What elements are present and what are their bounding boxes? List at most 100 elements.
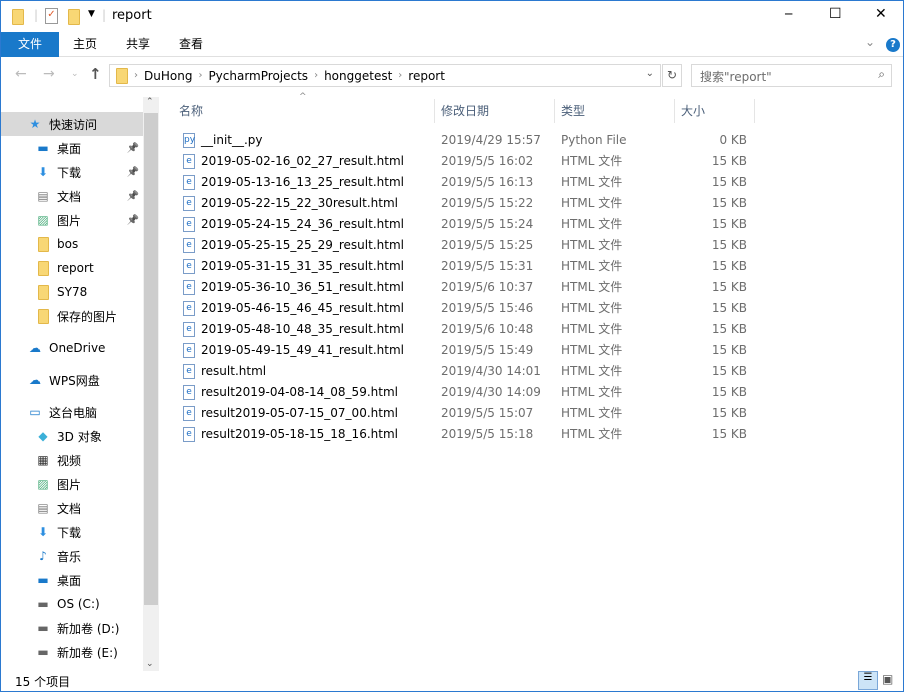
nav-item[interactable]: ☁ OneDrive — [1, 336, 143, 360]
html-file-icon: e — [183, 301, 195, 316]
file-date: 2019/5/6 10:48 — [441, 322, 534, 336]
column-header-type[interactable]: 类型 — [555, 99, 675, 123]
column-header-size[interactable]: 大小 — [675, 99, 755, 123]
file-name: result2019-05-07-15_07_00.html — [201, 406, 398, 420]
pin-icon[interactable]: 📌 — [127, 191, 139, 202]
up-button[interactable]: ↑ — [89, 65, 102, 83]
file-row[interactable]: e 2019-05-22-15_22_30result.html 2019/5/… — [173, 193, 763, 214]
nav-item[interactable]: ⬇ 下载 📌 — [1, 160, 143, 184]
file-name: 2019-05-48-10_48_35_result.html — [201, 322, 404, 336]
nav-item[interactable]: ⬇ 下载 — [1, 520, 143, 544]
pin-icon[interactable]: 📌 — [127, 143, 139, 154]
file-date: 2019/5/5 15:46 — [441, 301, 534, 315]
column-header-name[interactable]: 名称 — [173, 99, 435, 123]
nav-item[interactable]: ▤ 文档 📌 — [1, 184, 143, 208]
breadcrumb-honggetest[interactable]: honggetest — [324, 69, 392, 83]
large-icons-view-button[interactable]: ▣ — [882, 672, 893, 686]
file-row[interactable]: e 2019-05-25-15_25_29_result.html 2019/5… — [173, 235, 763, 256]
nav-item[interactable]: ▨ 图片 📌 — [1, 208, 143, 232]
nav-item[interactable]: ▭ 这台电脑 — [1, 400, 143, 424]
help-icon[interactable]: ? — [886, 38, 900, 52]
folder-icon — [35, 261, 51, 276]
scroll-down-icon[interactable]: ⌄ — [146, 659, 154, 669]
refresh-button[interactable]: ↻ — [662, 64, 682, 87]
desktop-icon: ▬ — [37, 573, 49, 587]
address-dropdown-icon[interactable]: ⌄ — [646, 68, 654, 79]
nav-item-label: 文档 — [57, 189, 82, 204]
expand-ribbon-icon[interactable]: ⌄ — [865, 35, 875, 49]
document-icon: ▤ — [37, 501, 49, 515]
nav-item[interactable]: ♪ 音乐 — [1, 544, 143, 568]
desktop-icon: ▬ — [37, 141, 49, 155]
nav-item[interactable]: ☁ WPS网盘 — [1, 368, 143, 392]
nav-item[interactable]: ◆ 3D 对象 — [1, 424, 143, 448]
file-row[interactable]: e 2019-05-49-15_49_41_result.html 2019/5… — [173, 340, 763, 361]
document-icon: ▤ — [37, 189, 49, 203]
customize-toolbar-icon[interactable]: ▼ — [88, 9, 95, 19]
file-row[interactable]: e result2019-05-07-15_07_00.html 2019/5/… — [173, 403, 763, 424]
maximize-button[interactable]: ☐ — [829, 6, 842, 22]
back-button[interactable]: ← — [15, 66, 27, 82]
wps-cloud-icon: ☁ — [29, 373, 41, 387]
nav-item[interactable]: ▬ 新加卷 (E:) — [1, 640, 143, 664]
file-row[interactable]: e 2019-05-48-10_48_35_result.html 2019/5… — [173, 319, 763, 340]
html-file-icon: e — [183, 259, 195, 274]
new-folder-icon[interactable] — [68, 9, 80, 25]
nav-item[interactable]: ★ 快速访问 — [1, 112, 143, 136]
file-date: 2019/4/30 14:01 — [441, 364, 541, 378]
pin-icon[interactable]: 📌 — [127, 167, 139, 178]
nav-item[interactable]: ▬ 桌面 📌 — [1, 136, 143, 160]
column-header-date[interactable]: 修改日期 — [435, 99, 555, 123]
nav-item[interactable]: bos — [1, 232, 143, 256]
nav-item-label: 3D 对象 — [57, 429, 102, 444]
file-row[interactable]: e 2019-05-13-16_13_25_result.html 2019/5… — [173, 172, 763, 193]
breadcrumb-duhong[interactable]: DuHong — [144, 69, 192, 83]
tab-home[interactable]: 主页 — [63, 32, 107, 57]
file-name: 2019-05-13-16_13_25_result.html — [201, 175, 404, 189]
nav-item[interactable]: ▬ 桌面 — [1, 568, 143, 592]
nav-item[interactable]: ▦ 视频 — [1, 448, 143, 472]
file-row[interactable]: e 2019-05-31-15_31_35_result.html 2019/5… — [173, 256, 763, 277]
forward-button[interactable]: → — [43, 66, 55, 82]
file-size: 15 KB — [711, 238, 747, 252]
music-icon: ♪ — [39, 549, 47, 563]
recent-locations-icon[interactable]: ⌄ — [71, 69, 79, 79]
scroll-up-icon[interactable]: ⌃ — [146, 97, 154, 107]
breadcrumb-pycharmprojects[interactable]: PycharmProjects — [208, 69, 308, 83]
nav-item[interactable]: SY78 — [1, 280, 143, 304]
close-button[interactable]: ✕ — [875, 6, 887, 22]
pin-icon[interactable]: 📌 — [127, 215, 139, 226]
tab-share[interactable]: 共享 — [116, 32, 160, 57]
minimize-button[interactable]: ─ — [785, 7, 792, 21]
details-view-button[interactable]: ☰ — [858, 671, 878, 690]
nav-item-label: 这台电脑 — [49, 405, 98, 420]
file-row[interactable]: e 2019-05-02-16_02_27_result.html 2019/5… — [173, 151, 763, 172]
search-icon: ⌕ — [878, 67, 885, 81]
nav-item[interactable]: ▬ OS (C:) — [1, 592, 143, 616]
nav-item-label: 快速访问 — [49, 117, 98, 132]
tab-file[interactable]: 文件 — [1, 32, 59, 57]
file-row[interactable]: e result2019-04-08-14_08_59.html 2019/4/… — [173, 382, 763, 403]
nav-item[interactable]: ▨ 图片 — [1, 472, 143, 496]
breadcrumb-report[interactable]: report — [408, 69, 445, 83]
nav-scrollbar-thumb[interactable] — [144, 113, 158, 605]
file-row[interactable]: e 2019-05-24-15_24_36_result.html 2019/5… — [173, 214, 763, 235]
file-row[interactable]: e result2019-05-18-15_18_16.html 2019/5/… — [173, 424, 763, 445]
file-size: 15 KB — [711, 154, 747, 168]
file-type: HTML 文件 — [561, 301, 623, 315]
file-row[interactable]: py __init__.py 2019/4/29 15:57 Python Fi… — [173, 130, 763, 151]
properties-icon[interactable]: ✓ — [45, 8, 58, 24]
file-row[interactable]: e result.html 2019/4/30 14:01 HTML 文件 15… — [173, 361, 763, 382]
tab-view[interactable]: 查看 — [169, 32, 213, 57]
file-date: 2019/5/5 15:24 — [441, 217, 534, 231]
nav-item[interactable]: report — [1, 256, 143, 280]
search-input[interactable]: 搜索"report" ⌕ — [691, 64, 892, 87]
nav-item[interactable]: 保存的图片 — [1, 304, 143, 328]
nav-item[interactable]: ▤ 文档 — [1, 496, 143, 520]
file-row[interactable]: e 2019-05-36-10_36_51_result.html 2019/5… — [173, 277, 763, 298]
address-bar[interactable]: › DuHong › PycharmProjects › honggetest … — [109, 64, 661, 87]
file-row[interactable]: e 2019-05-46-15_46_45_result.html 2019/5… — [173, 298, 763, 319]
window-title: report — [112, 8, 152, 23]
file-date: 2019/5/5 15:31 — [441, 259, 534, 273]
nav-item[interactable]: ▬ 新加卷 (D:) — [1, 616, 143, 640]
